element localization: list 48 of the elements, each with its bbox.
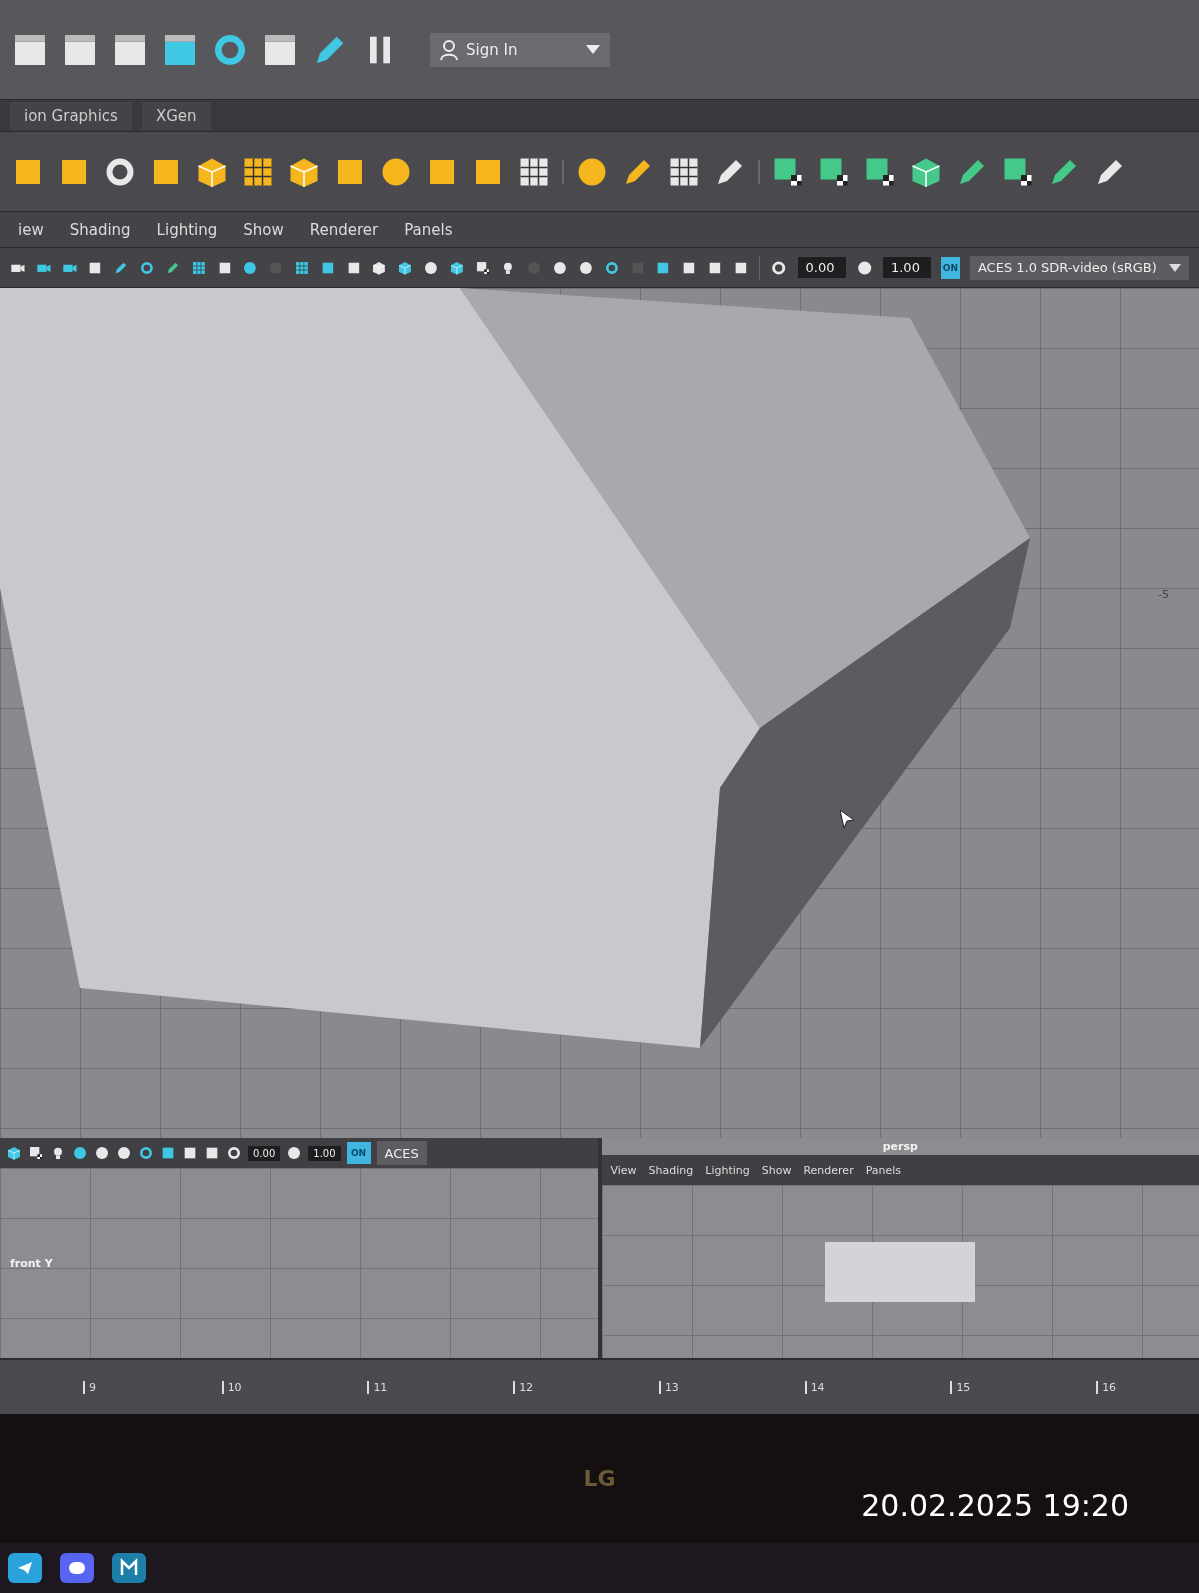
persp-viewport[interactable]: persp View Shading Lighting Show Renderer Panels bbox=[601, 1138, 1199, 1358]
gamma-field[interactable]: 1.00 bbox=[882, 257, 931, 278]
frame-tick: 10 bbox=[221, 1380, 242, 1394]
sign-in-dropdown[interactable]: Sign In bbox=[430, 32, 610, 67]
view-transform-dropdown[interactable]: ACES bbox=[376, 1141, 427, 1165]
exposure-field[interactable]: 0.00 bbox=[797, 257, 846, 278]
panel-menu-item[interactable]: Show bbox=[758, 1163, 795, 1177]
panel-menu-item[interactable]: Panels bbox=[396, 218, 461, 241]
caret-icon bbox=[1168, 263, 1181, 272]
shelf-tab[interactable]: ion Graphics bbox=[10, 101, 132, 130]
cursor-icon bbox=[838, 808, 856, 830]
panel-menu-item[interactable]: Show bbox=[235, 218, 292, 241]
ring-icon[interactable] bbox=[226, 1145, 242, 1161]
camera-label: persp bbox=[881, 1139, 919, 1155]
user-icon bbox=[440, 39, 458, 60]
caret-icon bbox=[586, 45, 600, 54]
frame-tick: 12 bbox=[513, 1380, 534, 1394]
front-viewport[interactable]: 0.00 1.00 ON ACES front Y bbox=[0, 1138, 598, 1358]
panel-menu-item[interactable]: Shading bbox=[645, 1163, 697, 1177]
view-transform-dropdown[interactable]: ACES 1.0 SDR-video (sRGB) bbox=[969, 255, 1189, 280]
app-taskbar-icon[interactable] bbox=[112, 1553, 146, 1583]
frame-tick: 13 bbox=[658, 1380, 679, 1394]
color-management-toggle[interactable]: ON bbox=[940, 256, 960, 279]
chat-taskbar-icon[interactable] bbox=[60, 1553, 94, 1583]
frame-tick: 15 bbox=[950, 1380, 971, 1394]
messenger-taskbar-icon[interactable] bbox=[8, 1553, 42, 1583]
color-management-toggle[interactable]: ON bbox=[346, 1142, 371, 1164]
shelf-tab[interactable]: XGen bbox=[141, 101, 211, 130]
panel-menu-item[interactable]: Lighting bbox=[702, 1163, 753, 1177]
frame-tick: 16 bbox=[1096, 1380, 1117, 1394]
exposure-field[interactable]: 0.00 bbox=[248, 1145, 281, 1161]
panel-menu-item[interactable]: View bbox=[607, 1163, 640, 1177]
panel-menu-item[interactable]: Renderer bbox=[301, 218, 387, 241]
panel-menu-item[interactable]: iew bbox=[10, 218, 52, 241]
camera-label: front Y bbox=[9, 1255, 54, 1272]
panel-menu-item[interactable]: Panels bbox=[862, 1163, 905, 1177]
cube-icon[interactable] bbox=[6, 1145, 22, 1161]
panel-menu-item[interactable]: Renderer bbox=[800, 1163, 857, 1177]
photo-timestamp: 20.02.2025 19:20 bbox=[861, 1488, 1129, 1523]
gamma-field[interactable]: 1.00 bbox=[308, 1145, 341, 1161]
panel-menu-item[interactable]: Lighting bbox=[148, 218, 226, 241]
frame-tick: 14 bbox=[804, 1380, 825, 1394]
grid-label: -5 bbox=[1158, 588, 1169, 601]
ring-icon[interactable] bbox=[138, 1145, 154, 1161]
panel-menu-item[interactable]: Shading bbox=[61, 218, 139, 241]
frame-tick: 11 bbox=[367, 1380, 388, 1394]
frame-tick: 9 bbox=[82, 1380, 96, 1394]
monitor-logo: LG bbox=[583, 1466, 616, 1491]
